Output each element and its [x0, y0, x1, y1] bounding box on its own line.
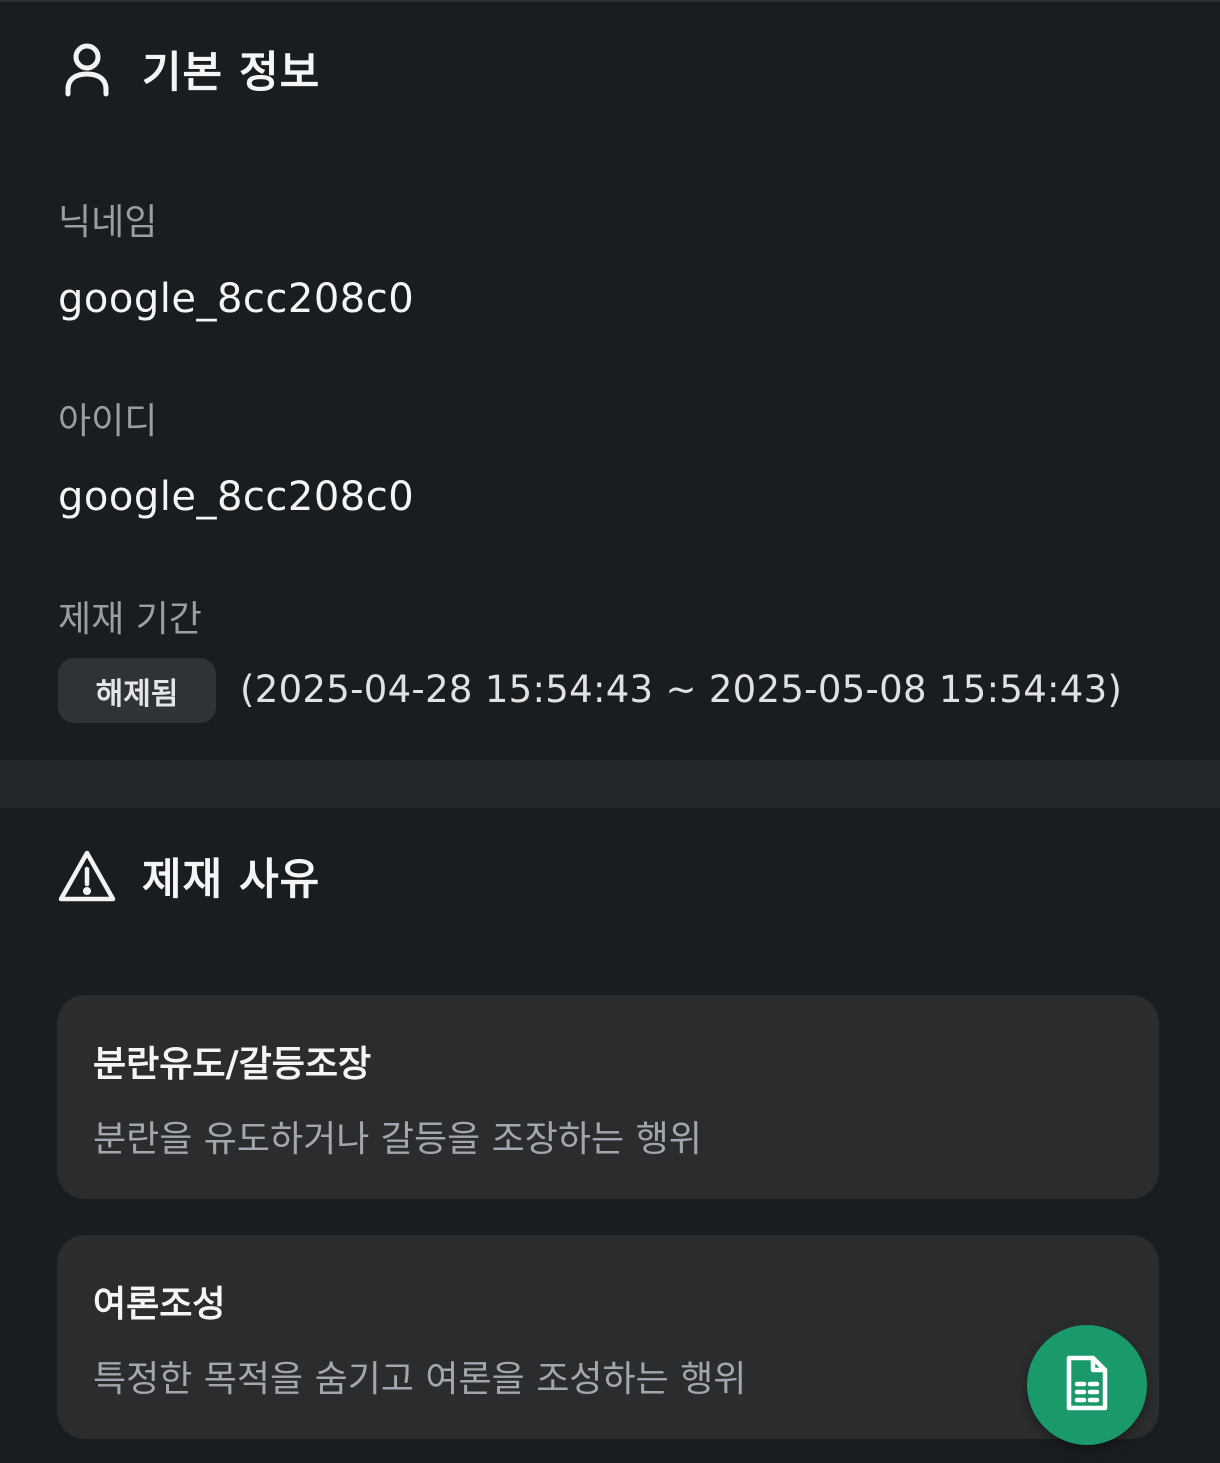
reason-title: 여론조성	[93, 1284, 226, 1325]
document-icon	[1063, 1354, 1111, 1416]
id-label: 아이디	[58, 401, 158, 442]
basic-info-title: 기본 정보	[142, 48, 321, 98]
reason-description: 분란을 유도하거나 갈등을 조장하는 행위	[93, 1119, 702, 1160]
sanction-reason-title: 제재 사유	[142, 855, 321, 905]
top-edge-divider	[0, 0, 1220, 2]
reason-card: 분란유도/갈등조장 분란을 유도하거나 갈등을 조장하는 행위	[57, 995, 1159, 1199]
section-divider	[0, 760, 1220, 808]
nickname-value: google_8cc208c0	[58, 276, 415, 322]
sanction-period-label: 제재 기간	[58, 599, 202, 640]
reason-card: 여론조성 특정한 목적을 숨기고 여론을 조성하는 행위	[57, 1235, 1159, 1439]
person-icon	[58, 40, 116, 98]
reason-title: 분란유도/갈등조장	[93, 1044, 372, 1085]
basic-info-header: 기본 정보	[58, 38, 320, 100]
sanction-reason-header: 제재 사유	[58, 845, 320, 907]
sanction-period-range: (2025-04-28 15:54:43 ~ 2025-05-08 15:54:…	[240, 668, 1123, 711]
warning-icon	[58, 847, 116, 905]
nickname-label: 닉네임	[58, 202, 158, 243]
reason-description: 특정한 목적을 숨기고 여론을 조성하는 행위	[93, 1359, 747, 1400]
id-value: google_8cc208c0	[58, 474, 415, 520]
sanction-detail-page: 기본 정보 닉네임 google_8cc208c0 아이디 google_8cc…	[0, 0, 1220, 1463]
document-fab-button[interactable]	[1027, 1325, 1147, 1445]
status-badge: 해제됨	[58, 658, 216, 723]
